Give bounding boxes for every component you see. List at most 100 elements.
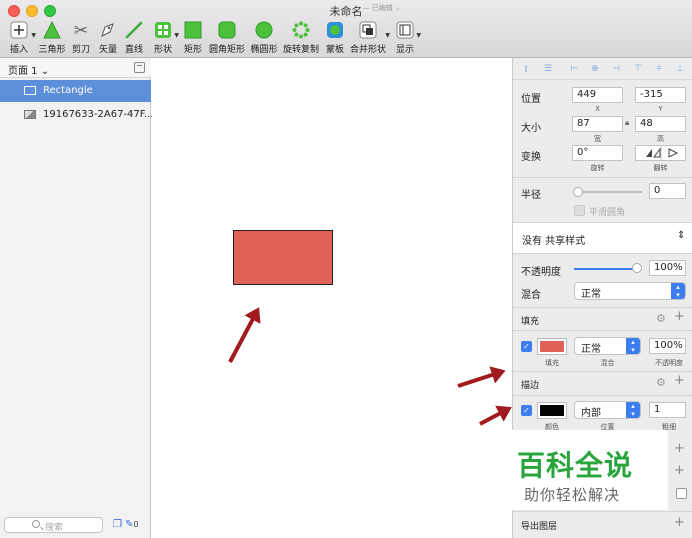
radius-field[interactable]: 0 [649,183,686,199]
fill-enabled-checkbox[interactable]: ✓ [521,341,532,352]
radius-label: 半径 [521,190,541,201]
fill-color-swatch[interactable] [537,338,567,355]
view-button[interactable]: ▼ 显示 [393,21,421,55]
filter-count: 0 [133,520,139,529]
scissors-tool-button[interactable]: ✂ 剪刀 [70,21,92,55]
distribute-vertical-icon[interactable]: ☰ [543,64,553,74]
add-border-button[interactable]: + [674,373,685,388]
combine-shapes-button[interactable]: ▼ 合并形状 [350,21,390,55]
window-title: 未命名 — 已编辑 ⌄ [0,3,692,19]
rectangle-shape[interactable] [233,230,333,285]
flip-control[interactable] [635,145,686,161]
align-top-icon[interactable]: ⊤ [633,64,643,74]
watermark: 百科全说 助你轻松解决 [511,430,668,510]
align-bottom-icon[interactable]: ⊥ [675,64,685,74]
layer-item[interactable]: Rectangle [0,80,151,102]
combine-label: 合并形状 [350,45,387,55]
border-color-swatch[interactable] [537,402,567,419]
mask-button[interactable]: 蒙板 [325,21,345,55]
scissors-label: 剪刀 [71,45,90,55]
align-left-icon[interactable]: ⊢ [569,64,579,74]
fill-blend-value: 正常 [581,344,601,355]
lock-icon[interactable]: 🔒︎ [625,118,629,128]
shared-style-label: 没有 共享样式 [522,236,586,247]
border-position-value: 内部 [581,408,601,419]
view-label: 显示 [395,45,414,55]
gear-icon[interactable]: ⚙ [656,312,666,325]
divider [513,371,692,372]
app-window: 未命名 — 已编辑 ⌄ ▼ 插入 三角形 ✂ 剪刀 矢量 直线 ▼ 形状 矩形 [0,0,692,538]
triangle-icon [37,20,67,41]
watermark-tagline: 助你轻松解决 [524,486,621,504]
fill-section-title: 填充 [521,317,540,327]
triangle-tool-button[interactable]: 三角形 [37,20,67,55]
layer-search-input[interactable]: 搜索 [4,517,103,533]
opacity-slider[interactable] [574,268,638,270]
chevron-updown-icon: ⇕ [677,230,686,241]
chevron-updown-icon: ▴ ▾ [626,402,640,418]
opacity-field[interactable]: 100% [649,260,686,276]
chevron-updown-icon: ▴ ▾ [626,338,640,354]
x-field[interactable]: 449 [572,87,623,103]
y-caption: Y [658,105,663,113]
border-position-select[interactable]: 内部 ▴ ▾ [574,401,641,419]
radius-slider[interactable] [577,191,642,193]
add-fill-button[interactable]: + [674,309,685,324]
add-export-button[interactable]: + [674,515,685,530]
line-tool-button[interactable]: 直线 [123,21,145,55]
fill-opacity-field[interactable]: 100% [649,338,686,354]
blur-checkbox[interactable] [676,488,687,499]
divider [513,177,692,178]
watermark-logo-text: 百科全说 [517,449,634,482]
shape-tool-button[interactable]: ▼ 形状 [151,21,179,55]
canvas[interactable] [152,58,512,538]
brush-icon[interactable]: ✎ [125,519,133,530]
align-right-icon[interactable]: ⊣ [611,64,621,74]
divider [513,307,692,308]
divider [513,511,692,512]
vector-label: 矢量 [98,45,117,55]
title-toolbar: 未命名 — 已编辑 ⌄ ▼ 插入 三角形 ✂ 剪刀 矢量 直线 ▼ 形状 矩形 [0,0,692,58]
rotate-caption: 旋转 [590,164,605,172]
view-panel-icon: ▼ [393,21,421,41]
rotate-field[interactable]: 0° [572,145,623,161]
flip-caption: 翻转 [653,164,668,172]
border-enabled-checkbox[interactable]: ✓ [521,405,532,416]
align-middle-icon[interactable]: ⫩ [654,64,664,74]
rectangle-tool-button[interactable]: 矩形 [182,21,204,55]
layer-filter-controls[interactable]: ❐ ✎0 [113,519,139,530]
divider [513,330,692,331]
vector-tool-button[interactable]: 矢量 [97,21,119,55]
width-field[interactable]: 87 [572,116,623,132]
collapse-pages-icon[interactable] [134,62,145,73]
gear-icon[interactable]: ⚙ [656,376,666,389]
align-center-icon[interactable]: ⊕ [590,64,600,74]
insert-button[interactable]: ▼ 插入 [6,21,36,55]
add-inner-shadow-button[interactable]: + [674,463,685,478]
opacity-slider-knob[interactable] [632,263,642,273]
oval-tool-button[interactable]: 椭圆形 [249,21,279,55]
rotate-copy-button[interactable]: 旋转复制 [282,21,320,55]
rectangle-icon [182,21,204,41]
combine-icon: ▼ [350,21,390,41]
y-field[interactable]: -315 [635,87,686,103]
layer-item[interactable]: 19167633-2A67-47F... [0,104,153,126]
smooth-corners-checkbox[interactable] [574,205,585,216]
radius-slider-knob[interactable] [573,187,583,197]
fill-blend-select[interactable]: 正常 ▴ ▾ [574,337,641,355]
blend-select[interactable]: 正常 ▴ ▾ [574,282,686,300]
shared-style-selector[interactable]: 没有 共享样式 ⇕ [513,223,692,253]
search-icon [32,520,40,528]
page-label: 页面 1 ⌄ [8,66,50,77]
search-placeholder: 搜索 [45,523,64,533]
rounded-rectangle-icon [207,21,247,41]
copy-icon[interactable]: ❐ [113,519,122,530]
border-section-title: 描边 [521,381,540,391]
border-width-field[interactable]: 1 [649,402,686,418]
rounded-rect-tool-button[interactable]: 圆角矩形 [207,21,247,55]
add-shadow-button[interactable]: + [674,441,685,456]
height-field[interactable]: 48 [635,116,686,132]
rectangle-layer-icon [24,86,36,95]
page-selector[interactable]: 页面 1 ⌄ [0,58,151,78]
distribute-horizontal-icon[interactable]: ⫾ [521,64,531,74]
